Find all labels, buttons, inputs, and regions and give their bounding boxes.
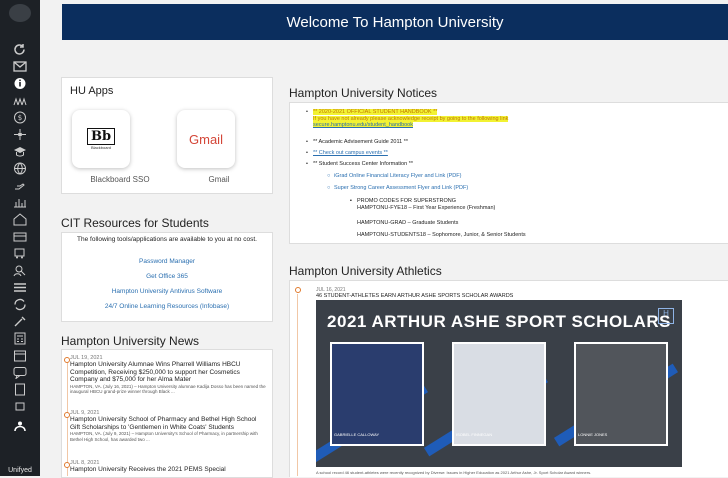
advisement-notice[interactable]: • ** Academic Advisement Guide 2011 ** xyxy=(306,139,408,146)
news-body: HAMPTON, VA. (July 16, 2021) – Hampton U… xyxy=(70,383,266,395)
unify-logo-icon[interactable] xyxy=(12,420,28,433)
sidebar: $ Unifyed xyxy=(0,0,40,476)
athlete-name: ISOBEL FINNEGAN xyxy=(456,432,493,437)
igrad-item[interactable]: ○ iGrad Online Financial Literacy Flyer … xyxy=(327,173,461,180)
bullet-icon: • xyxy=(306,150,308,156)
people-icon[interactable] xyxy=(12,94,28,107)
box-icon[interactable] xyxy=(12,230,28,243)
gmail-caption: Gmail xyxy=(208,175,230,184)
promo-code: HAMPTONU-GRAD – Graduate Students xyxy=(357,220,459,226)
blackboard-caption: Blackboard SSO xyxy=(90,175,150,184)
advisement-link[interactable]: ** Academic Advisement Guide 2011 ** xyxy=(313,139,408,145)
news-title[interactable]: Hampton University Alumnae Wins Pharrell… xyxy=(70,361,266,384)
antivirus-software-link[interactable]: Hampton University Antivirus Software xyxy=(62,288,272,295)
bus-icon[interactable] xyxy=(12,247,28,260)
handbook-text: If you have not already please acknowled… xyxy=(313,115,509,122)
athlete-photo xyxy=(574,342,668,446)
ashe-scholars-image[interactable]: 2021 ARTHUR ASHE SPORT SCHOLARS H GABRIE… xyxy=(316,300,682,467)
hu-news-title: Hampton University News xyxy=(61,334,200,348)
handbook-title[interactable]: ** 2020-2021 OFFICIAL STUDENT HANDBOOK *… xyxy=(313,109,438,115)
mail-icon[interactable] xyxy=(12,60,28,73)
welcome-banner: Welcome To Hampton University xyxy=(62,4,728,40)
ashe-image-title: 2021 ARTHUR ASHE SPORT SCHOLARS xyxy=(327,312,671,331)
athlete-name: GABRIELLE CALLOWAY xyxy=(334,432,380,437)
bullet-icon: ▪ xyxy=(350,198,352,204)
promo-code: HAMPTONU-STUDENTS18 – Sophomore, Junior,… xyxy=(357,232,526,238)
page-title: Welcome To Hampton University xyxy=(286,13,504,31)
unifyed-label: Unifyed xyxy=(8,467,32,474)
info-icon[interactable] xyxy=(12,77,28,90)
home-icon[interactable] xyxy=(12,213,28,226)
handbook-link[interactable]: secure.hamptonu.edu/student_handbook xyxy=(313,122,413,128)
dollar-icon[interactable]: $ xyxy=(12,111,28,124)
superstrong-item[interactable]: ○ Super Strong Career Assessment Flyer a… xyxy=(327,185,468,192)
bullet-icon: ○ xyxy=(327,185,331,191)
news-timeline xyxy=(67,360,68,476)
password-manager-link[interactable]: Password Manager xyxy=(62,258,272,265)
document-icon[interactable] xyxy=(12,383,28,396)
news-item[interactable]: JUL 19, 2021 Hampton University Alumnae … xyxy=(64,355,266,395)
get-office-365-link[interactable]: Get Office 365 xyxy=(62,273,272,280)
events-notice[interactable]: • ** Check out campus events ** xyxy=(306,150,388,157)
chart-icon[interactable] xyxy=(12,196,28,209)
globe-icon[interactable] xyxy=(12,162,28,175)
svg-text:$: $ xyxy=(18,114,22,122)
blackboard-app-tile[interactable]: Bb Blackboard xyxy=(72,110,130,168)
square-icon[interactable] xyxy=(12,400,28,413)
network-icon[interactable] xyxy=(12,128,28,141)
list-icon[interactable] xyxy=(12,281,28,294)
athletics-caption: A school record 46 student-athletes were… xyxy=(316,470,592,475)
user-search-icon[interactable] xyxy=(12,264,28,277)
chat-icon[interactable] xyxy=(12,366,28,379)
handbook-notice: • ** 2020-2021 OFFICIAL STUDENT HANDBOOK… xyxy=(306,109,509,129)
bullet-icon: • xyxy=(306,109,308,115)
athletics-timeline xyxy=(297,294,298,476)
tools-icon[interactable] xyxy=(12,315,28,328)
promo-code: HAMPTONU-FYE18 – First Year Experience (… xyxy=(357,204,496,211)
timeline-dot-icon xyxy=(64,462,70,468)
athletics-headline[interactable]: 46 STUDENT-ATHLETES EARN ARTHUR ASHE SPO… xyxy=(316,293,513,299)
success-center-link[interactable]: ** Student Success Center Information ** xyxy=(313,161,413,167)
gmail-logo-icon: Gmail xyxy=(189,131,223,147)
cit-resources-title: CIT Resources for Students xyxy=(61,216,209,230)
promo-heading: ▪ PROMO CODES FOR SUPERSTRONG HAMPTONU-F… xyxy=(350,198,496,211)
bullet-icon: • xyxy=(306,161,308,167)
news-item[interactable]: JUL 8, 2021 Hampton University Receives … xyxy=(64,460,266,474)
sync-icon[interactable] xyxy=(12,298,28,311)
hampton-shield-icon: H xyxy=(658,308,674,324)
igrad-link[interactable]: iGrad Online Financial Literacy Flyer an… xyxy=(334,173,461,179)
timeline-dot-icon xyxy=(64,412,70,418)
athletics-title: Hampton University Athletics xyxy=(289,264,442,278)
bullet-icon: ○ xyxy=(327,173,331,179)
news-title[interactable]: Hampton University School of Pharmacy an… xyxy=(70,416,266,431)
online-learning-link[interactable]: 24/7 Online Learning Resources (Infobase… xyxy=(62,303,272,310)
news-body: HAMPTON, VA. (July 9, 2021) – Hampton Un… xyxy=(70,431,258,442)
gmail-app-tile[interactable]: Gmail xyxy=(177,110,235,168)
athlete-photo xyxy=(452,342,546,446)
news-title[interactable]: Hampton University Receives the 2021 PEM… xyxy=(70,466,266,474)
athlete-name: LONNIE JONES xyxy=(578,432,608,437)
timeline-dot-icon xyxy=(64,357,70,363)
timeline-dot-icon xyxy=(295,287,301,293)
calendar-icon[interactable] xyxy=(12,349,28,362)
campus-events-link[interactable]: ** Check out campus events ** xyxy=(313,150,388,156)
menu-toggle-button[interactable] xyxy=(9,4,31,22)
calculator-icon[interactable] xyxy=(12,332,28,345)
success-center-notice[interactable]: • ** Student Success Center Information … xyxy=(306,161,413,168)
blackboard-logo-icon: Bb Blackboard xyxy=(86,128,116,150)
news-item[interactable]: JUL 9, 2021 Hampton University School of… xyxy=(64,410,266,442)
refresh-icon[interactable] xyxy=(12,43,28,56)
notices-title: Hampton University Notices xyxy=(289,86,438,100)
cit-intro-text: The following tools/applications are ava… xyxy=(77,236,257,243)
hand-icon[interactable] xyxy=(12,179,28,192)
superstrong-link[interactable]: Super Strong Career Assessment Flyer and… xyxy=(334,185,468,191)
bullet-icon: • xyxy=(306,139,308,145)
hu-apps-title: HU Apps xyxy=(70,85,114,97)
graduation-icon[interactable] xyxy=(12,145,28,158)
athlete-photo xyxy=(330,342,424,446)
